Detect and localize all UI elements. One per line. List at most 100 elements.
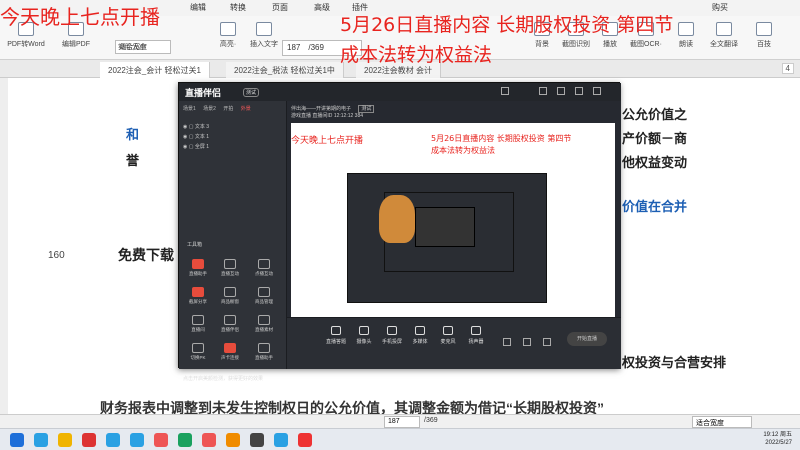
tool-item[interactable]: 直播助手: [187, 259, 209, 277]
app-icon[interactable]: [298, 433, 312, 447]
menu-advanced[interactable]: 高级: [314, 2, 330, 13]
media-icon: [415, 326, 425, 335]
scene-tabs: 场景1 场景2 开拍 外景: [183, 105, 257, 112]
source-item[interactable]: ◉ ▢ 文本 3: [183, 123, 209, 130]
system-clock[interactable]: 19:12 周五 2022/5/27: [763, 431, 792, 447]
quiz-button[interactable]: 直播答题: [323, 326, 349, 345]
app-icon[interactable]: [274, 433, 288, 447]
tool-item[interactable]: 直播伴侣: [219, 315, 241, 333]
doc-right-text: 价值在合并: [622, 199, 688, 214]
camera-toggle-icon[interactable]: [503, 338, 511, 346]
menu-convert[interactable]: 转换: [230, 2, 246, 13]
source-item[interactable]: ◉ ▢ 全屏 1: [183, 143, 209, 150]
menu-buy[interactable]: 购买: [712, 2, 728, 13]
gift-icon[interactable]: [539, 87, 547, 95]
app-icon[interactable]: [202, 433, 216, 447]
tool-icon: [192, 287, 204, 297]
speaker-icon: [471, 326, 481, 335]
tool-icon: [224, 259, 236, 269]
tool-icon: [224, 287, 236, 297]
insert-text-button[interactable]: 插入文字: [244, 20, 284, 56]
nested-preview: [347, 173, 547, 303]
camera-button[interactable]: 摄像头: [351, 326, 377, 345]
tool-item[interactable]: 切换PK: [187, 343, 209, 361]
scene-tab[interactable]: 开拍: [223, 106, 233, 112]
quiz-icon: [331, 326, 341, 335]
screen: 编辑 转换 页面 高级 插件 购买 PDF转Word 编辑PDF 适合宽度 实际…: [0, 0, 800, 450]
scene-tab[interactable]: 场景1: [183, 106, 196, 112]
scene-tab[interactable]: 外景: [241, 106, 251, 112]
microphone-icon: [443, 326, 453, 335]
media-button[interactable]: 多媒体: [407, 326, 433, 345]
tool-icon: [258, 287, 270, 297]
tool-item[interactable]: 点播互动: [253, 259, 275, 277]
cartoon-avatar: [379, 195, 415, 243]
phone-icon: [387, 326, 397, 335]
tool-item[interactable]: 截屏分享: [187, 287, 209, 305]
tool-item[interactable]: 声卡连接: [219, 343, 241, 361]
avatar-icon[interactable]: [501, 87, 509, 95]
line-number: 160: [48, 250, 65, 261]
source-item[interactable]: ◉ ▢ 文本 1: [183, 133, 209, 140]
message-icon[interactable]: [557, 87, 565, 95]
start-icon[interactable]: [10, 433, 24, 447]
recorder-controls: 直播答题 摄像头 手机投屏 多媒体 麦克风 扬声器 开始直播: [287, 317, 621, 369]
tool-item[interactable]: 直播助手: [253, 343, 275, 361]
live-recorder-window: 直播伴侣 测试 场景1 场景2 开拍 外景 ◉ ▢ 文本 3 ◉ ▢ 文本 1 …: [178, 82, 621, 382]
translate-button[interactable]: 全文翻译: [704, 20, 744, 56]
taskbar: 19:12 周五 2022/5/27: [0, 428, 800, 450]
minimize-icon[interactable]: [575, 87, 583, 95]
beauty-tip[interactable]: 点击开启美颜检测，获得更好的效果: [183, 375, 263, 382]
settings-icon[interactable]: [543, 338, 551, 346]
left-sidebar: [0, 78, 8, 414]
app-icon[interactable]: [154, 433, 168, 447]
tab-accounting[interactable]: 2022注会_会计 轻松过关1: [100, 62, 210, 78]
tab-count-badge: 4: [781, 63, 794, 74]
app-icon[interactable]: [250, 433, 264, 447]
speaker-icon: [678, 22, 694, 36]
tool-icon: [192, 259, 204, 269]
tool-icon: [224, 343, 236, 353]
mini-right-title: 成本法转为权益法: [431, 146, 495, 155]
zoom-select[interactable]: 适合宽度: [692, 416, 752, 428]
tool-item[interactable]: 直播互动: [219, 259, 241, 277]
tab-tax[interactable]: 2022注会_税法 轻松过关1中: [226, 62, 344, 78]
scene-tab[interactable]: 场景2: [203, 106, 216, 112]
tool-icon: [258, 315, 270, 325]
highlight-button[interactable]: 高亮·: [208, 20, 248, 56]
microphone-button[interactable]: 麦克风: [435, 326, 461, 345]
menu-page[interactable]: 页面: [272, 2, 288, 13]
tool-item[interactable]: 商品橱窗: [219, 287, 241, 305]
overlay-right-title: 5月26日直播内容 长期股权投资 第四节: [340, 14, 674, 36]
app-icon[interactable]: [82, 433, 96, 447]
app-icon[interactable]: [106, 433, 120, 447]
record-icon[interactable]: [523, 338, 531, 346]
app-icon[interactable]: [226, 433, 240, 447]
actual-size-button[interactable]: 实际大小: [112, 42, 152, 58]
speaker-button[interactable]: 扬声器: [463, 326, 489, 345]
phone-cast-button[interactable]: 手机投屏: [379, 326, 405, 345]
doc-left-text: 誉: [126, 153, 140, 168]
tool-item[interactable]: 直播素材: [253, 315, 275, 333]
overlay-left-title: 今天晚上七点开播: [0, 5, 160, 29]
folder-icon[interactable]: [58, 433, 72, 447]
translate-icon: [716, 22, 732, 36]
start-live-button[interactable]: 开始直播: [567, 332, 607, 346]
app-icon[interactable]: [178, 433, 192, 447]
tool-icon: [192, 343, 204, 353]
page-input[interactable]: 187: [384, 416, 420, 428]
free-download-text: 免费下载: [118, 247, 174, 263]
doc-right-text: 公允价值之: [622, 107, 688, 122]
menu-edit[interactable]: 编辑: [190, 2, 206, 13]
encyclopedia-button[interactable]: 百技: [744, 20, 784, 56]
app-icon[interactable]: [34, 433, 48, 447]
live-info: 伴出海——开讲第期的电子 测试 游戏直播 直播间ID 12:12:12 384: [291, 105, 375, 119]
book-icon: [756, 22, 772, 36]
camera-icon: [359, 326, 369, 335]
app-icon[interactable]: [130, 433, 144, 447]
close-icon[interactable]: [593, 87, 601, 95]
tool-icon: [192, 315, 204, 325]
tool-item[interactable]: 商品管理: [253, 287, 275, 305]
tool-item[interactable]: 直播间: [187, 315, 209, 333]
mini-left-title: 今天晚上七点开播: [291, 136, 364, 146]
